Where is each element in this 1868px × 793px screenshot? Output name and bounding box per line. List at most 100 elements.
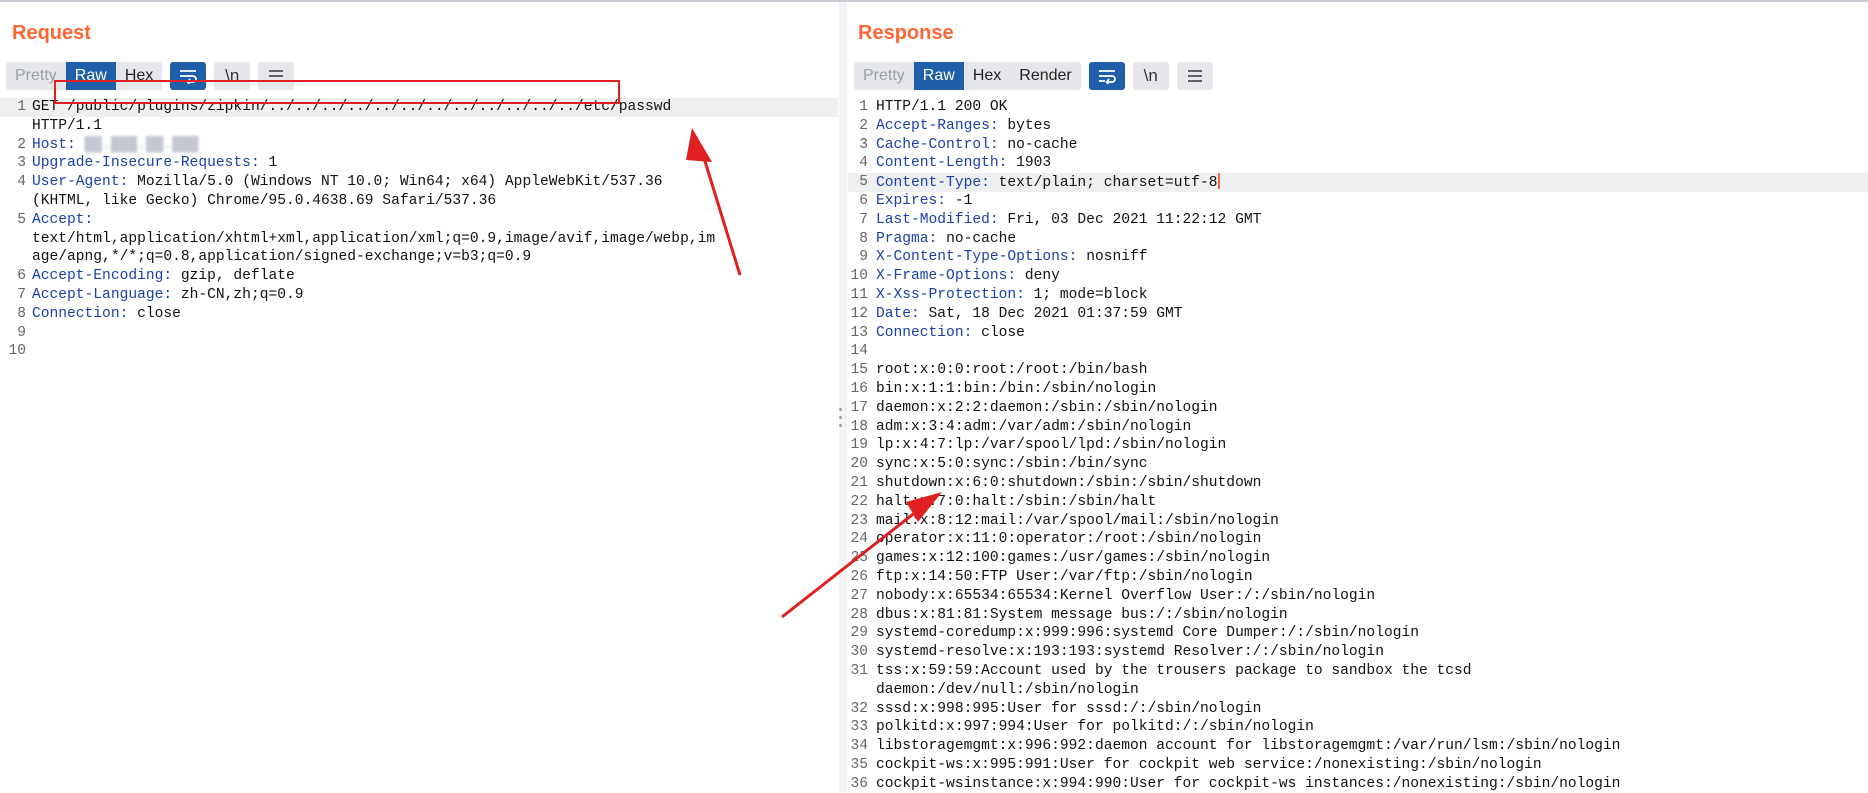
line-number: 23 <box>850 512 868 529</box>
line-content: systemd-coredump:x:999:996:systemd Core … <box>876 624 1419 643</box>
line-content: shutdown:x:6:0:shutdown:/sbin:/sbin/shut… <box>876 474 1261 493</box>
line-number: 2 <box>17 136 26 153</box>
header-name: X-Xss-Protection: <box>876 286 1025 303</box>
line-content: Pragma: no-cache <box>876 230 1016 249</box>
line-content: lp:x:4:7:lp:/var/spool/lpd:/sbin/nologin <box>876 436 1226 455</box>
line-number: 32 <box>850 700 868 717</box>
word-wrap-icon <box>1098 70 1116 84</box>
text-content: ftp:x:14:50:FTP User:/var/ftp:/sbin/nolo… <box>876 568 1253 585</box>
editor-line: 7 Accept-Language: zh-CN,zh;q=0.9 <box>0 286 838 305</box>
response-menu-button[interactable] <box>1176 62 1213 90</box>
editor-line: 24 operator:x:11:0:operator:/root:/sbin/n… <box>848 530 1868 549</box>
header-value: no-cache <box>998 136 1078 153</box>
line-number: 11 <box>850 286 868 303</box>
header-value: close <box>128 305 181 322</box>
editor-line: text/html,application/xhtml+xml,applicat… <box>0 230 838 249</box>
request-tab-raw[interactable]: Raw <box>65 62 116 90</box>
line-number: 5 <box>17 211 26 228</box>
response-editor[interactable]: 1 HTTP/1.1 200 OK 2 Accept-Ranges: bytes 3 Ca… <box>848 98 1868 792</box>
response-tab-render[interactable]: Render <box>1010 62 1080 90</box>
editor-line: 6 Expires: -1 <box>848 192 1868 211</box>
request-toolbar: Pretty Raw Hex \n <box>6 62 295 90</box>
line-content: polkitd:x:997:994:User for polkitd:/:/sb… <box>876 718 1314 737</box>
response-tab-hex[interactable]: Hex <box>964 62 1010 90</box>
header-name: X-Content-Type-Options: <box>876 249 1078 266</box>
header-value: zh-CN,zh;q=0.9 <box>172 286 304 303</box>
editor-line: 8 Connection: close <box>0 305 838 324</box>
line-number: 4 <box>859 155 868 172</box>
header-name: Content-Length: <box>876 155 1008 172</box>
header-name: Host: <box>32 136 76 153</box>
header-value: 1; mode=block <box>1024 286 1148 303</box>
line-content: operator:x:11:0:operator:/root:/sbin/nol… <box>876 530 1261 549</box>
text-content: systemd-resolve:x:193:193:systemd Resolv… <box>876 644 1384 661</box>
pane-splitter[interactable] <box>839 2 847 792</box>
header-value: deny <box>1016 268 1060 285</box>
line-number: 34 <box>850 738 868 755</box>
line-number: 8 <box>859 230 868 247</box>
editor-line: 30 systemd-resolve:x:193:193:systemd Reso… <box>848 643 1868 662</box>
response-tab-pretty[interactable]: Pretty <box>854 62 914 90</box>
editor-line: 5 Accept: <box>0 211 838 230</box>
line-content: root:x:0:0:root:/root:/bin/bash <box>876 361 1148 380</box>
request-title: Request <box>12 22 91 44</box>
text-content: daemon:x:2:2:daemon:/sbin:/sbin/nologin <box>876 399 1218 416</box>
line-number: 16 <box>850 380 868 397</box>
editor-line: 13 Connection: close <box>848 324 1868 343</box>
line-number: 13 <box>850 324 868 341</box>
response-word-wrap-button[interactable] <box>1088 62 1125 90</box>
request-show-newlines-button[interactable]: \n <box>214 62 251 90</box>
splitter-grip-icon[interactable] <box>838 408 844 432</box>
line-number: 5 <box>859 174 868 191</box>
editor-line: 1 GET /public/plugins/zipkin/../../../../… <box>0 98 838 117</box>
line-content: daemon:/dev/null:/sbin/nologin <box>876 681 1139 700</box>
line-number: 29 <box>850 625 868 642</box>
request-menu-button[interactable] <box>258 62 295 90</box>
header-name: Last-Modified: <box>876 211 999 228</box>
editor-line: 5 Content-Type: text/plain; charset=utf-8 <box>848 173 1868 192</box>
line-number: 36 <box>850 775 868 792</box>
line-content: adm:x:3:4:adm:/var/adm:/sbin/nologin <box>876 418 1191 437</box>
header-name: Content-Type: <box>876 175 990 192</box>
line-number: 18 <box>850 418 868 435</box>
line-content: HTTP/1.1 200 OK <box>876 98 1007 117</box>
header-value: Sat, 18 Dec 2021 01:37:59 GMT <box>919 305 1183 322</box>
request-editor[interactable]: 1 GET /public/plugins/zipkin/../../../../… <box>0 98 838 792</box>
header-name: Accept: <box>32 211 94 228</box>
text-content: shutdown:x:6:0:shutdown:/sbin:/sbin/shut… <box>876 474 1262 491</box>
line-number: 20 <box>850 456 868 473</box>
line-content: Content-Length: 1903 <box>876 154 1051 173</box>
line-number: 15 <box>850 362 868 379</box>
redacted-host-value: ██.███.██.███ <box>75 136 199 153</box>
editor-line: 7 Last-Modified: Fri, 03 Dec 2021 11:22:1… <box>848 211 1868 230</box>
header-name: Upgrade-Insecure-Requests: <box>32 155 260 172</box>
response-tab-raw[interactable]: Raw <box>913 62 964 90</box>
text-content: HTTP/1.1 <box>32 117 103 134</box>
editor-line: 1 HTTP/1.1 200 OK <box>848 98 1868 117</box>
header-name: Accept-Encoding: <box>32 268 173 285</box>
header-value: gzip, deflate <box>172 268 295 285</box>
editor-line: 33 polkitd:x:997:994:User for polkitd:/:/… <box>848 718 1868 737</box>
line-content: sync:x:5:0:sync:/sbin:/bin/sync <box>876 455 1148 474</box>
editor-line: age/apng,*/*;q=0.8,application/signed-ex… <box>0 248 838 267</box>
editor-line: 12 Date: Sat, 18 Dec 2021 01:37:59 GMT <box>848 305 1868 324</box>
header-value: -1 <box>946 192 973 209</box>
request-tab-hex[interactable]: Hex <box>116 62 162 90</box>
line-content: games:x:12:100:games:/usr/games:/sbin/no… <box>876 549 1270 568</box>
header-name: Date: <box>876 305 920 322</box>
line-content: bin:x:1:1:bin:/bin:/sbin/nologin <box>876 380 1156 399</box>
line-content: daemon:x:2:2:daemon:/sbin:/sbin/nologin <box>876 399 1218 418</box>
request-tab-pretty[interactable]: Pretty <box>6 62 66 90</box>
line-number: 33 <box>850 719 868 736</box>
text-content: dbus:x:81:81:System message bus:/:/sbin/… <box>876 606 1288 623</box>
editor-line: 19 lp:x:4:7:lp:/var/spool/lpd:/sbin/nolog… <box>848 436 1868 455</box>
header-name: Accept-Ranges: <box>876 117 999 134</box>
line-content: cockpit-ws:x:995:991:User for cockpit we… <box>876 756 1542 775</box>
request-word-wrap-button[interactable] <box>170 62 207 90</box>
http-method: GET <box>32 99 68 115</box>
line-content: Content-Type: text/plain; charset=utf-8 <box>876 173 1220 193</box>
response-show-newlines-button[interactable]: \n <box>1132 62 1169 90</box>
header-name: Connection: <box>876 324 973 341</box>
editor-line: 10 X-Frame-Options: deny <box>848 267 1868 286</box>
editor-line: 9 <box>0 324 838 343</box>
